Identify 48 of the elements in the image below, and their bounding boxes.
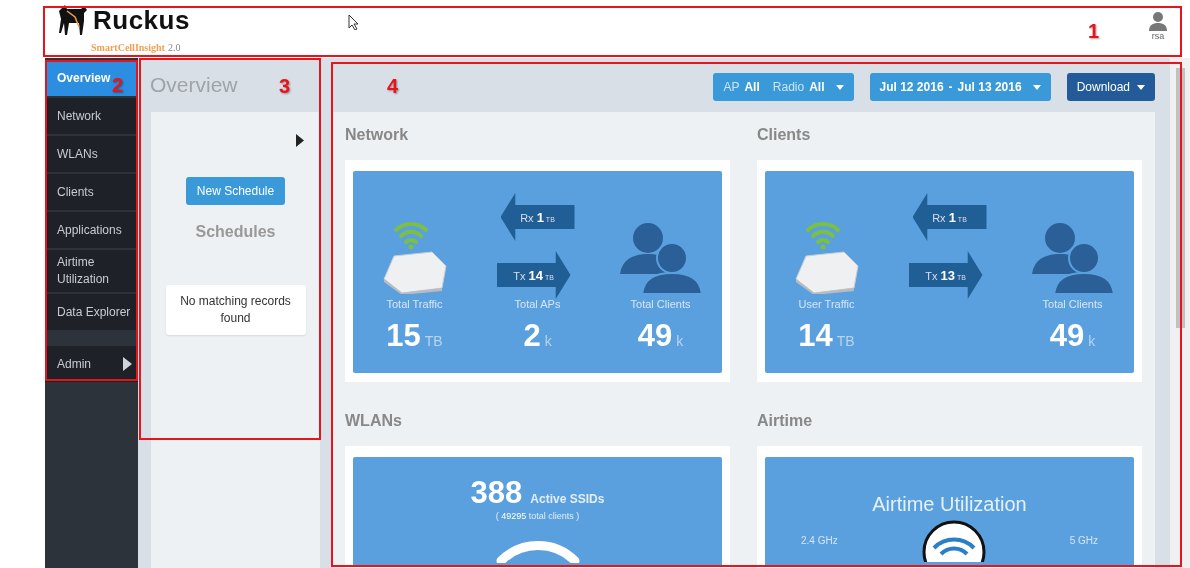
logo-text: Ruckus — [93, 7, 190, 33]
wifi-gauge-icon — [921, 518, 986, 562]
scrollbar[interactable] — [1170, 58, 1190, 568]
nav-item[interactable]: Airtime Utilization — [45, 250, 138, 292]
empty-message: No matching records found — [165, 285, 306, 335]
section-title: Network — [345, 126, 410, 145]
ssid-count-label: Active SSIDs — [530, 492, 605, 506]
nav-item[interactable]: Network — [45, 98, 138, 134]
stat-label: Total APs — [514, 298, 561, 310]
caret-icon — [835, 84, 844, 90]
panel-title: Overview — [150, 72, 238, 98]
band-label: 5 GHz — [1069, 534, 1098, 546]
stat-label: Total Traffic — [386, 298, 443, 310]
caret-icon — [1137, 84, 1145, 90]
product-name: SmartCellInsight — [91, 42, 165, 53]
stat-value: 49 k — [637, 320, 684, 351]
cursor-icon — [347, 14, 359, 30]
annotation-number: 4 — [387, 75, 399, 98]
annotation-number: 2 — [112, 74, 124, 97]
stat-value: 2 k — [523, 320, 552, 351]
stat-label: User Traffic — [798, 298, 855, 310]
schedules-heading: Schedules — [195, 223, 276, 241]
expand-icon — [123, 357, 132, 371]
download-button[interactable]: Download — [1066, 73, 1155, 101]
stat-value: 14 TB — [798, 320, 855, 351]
stat-label: Total Clients — [630, 298, 691, 310]
nav-item[interactable]: Admin — [45, 346, 138, 382]
stat-value: 15 TB — [386, 320, 443, 351]
product-version: 2.0 — [167, 42, 181, 53]
section-title: WLANs — [345, 412, 403, 431]
section-title: Clients — [757, 126, 812, 145]
annotation-number: 1 — [1088, 20, 1100, 43]
stat-label: Total Clients — [1042, 298, 1103, 310]
ssid-count: 388 — [470, 475, 523, 511]
nav-item[interactable]: WLANs — [45, 136, 138, 172]
section-title: Airtime — [757, 412, 814, 431]
nav-item[interactable]: Applications — [45, 212, 138, 248]
airtime-heading: Airtime Utilization — [872, 493, 1027, 516]
annotation-number: 3 — [279, 75, 291, 98]
band-label: 2.4 GHz — [801, 534, 838, 546]
total-clients-text: ( 49295 total clients ) — [495, 511, 580, 521]
user-icon[interactable] — [1148, 11, 1168, 31]
caret-icon — [1032, 84, 1041, 90]
user-name: rsa — [1151, 31, 1165, 41]
expand-icon[interactable] — [296, 134, 304, 147]
nav-item[interactable]: Clients — [45, 174, 138, 210]
nav-item[interactable]: Data Explorer — [45, 294, 138, 330]
stat-value: 49 k — [1049, 320, 1096, 351]
